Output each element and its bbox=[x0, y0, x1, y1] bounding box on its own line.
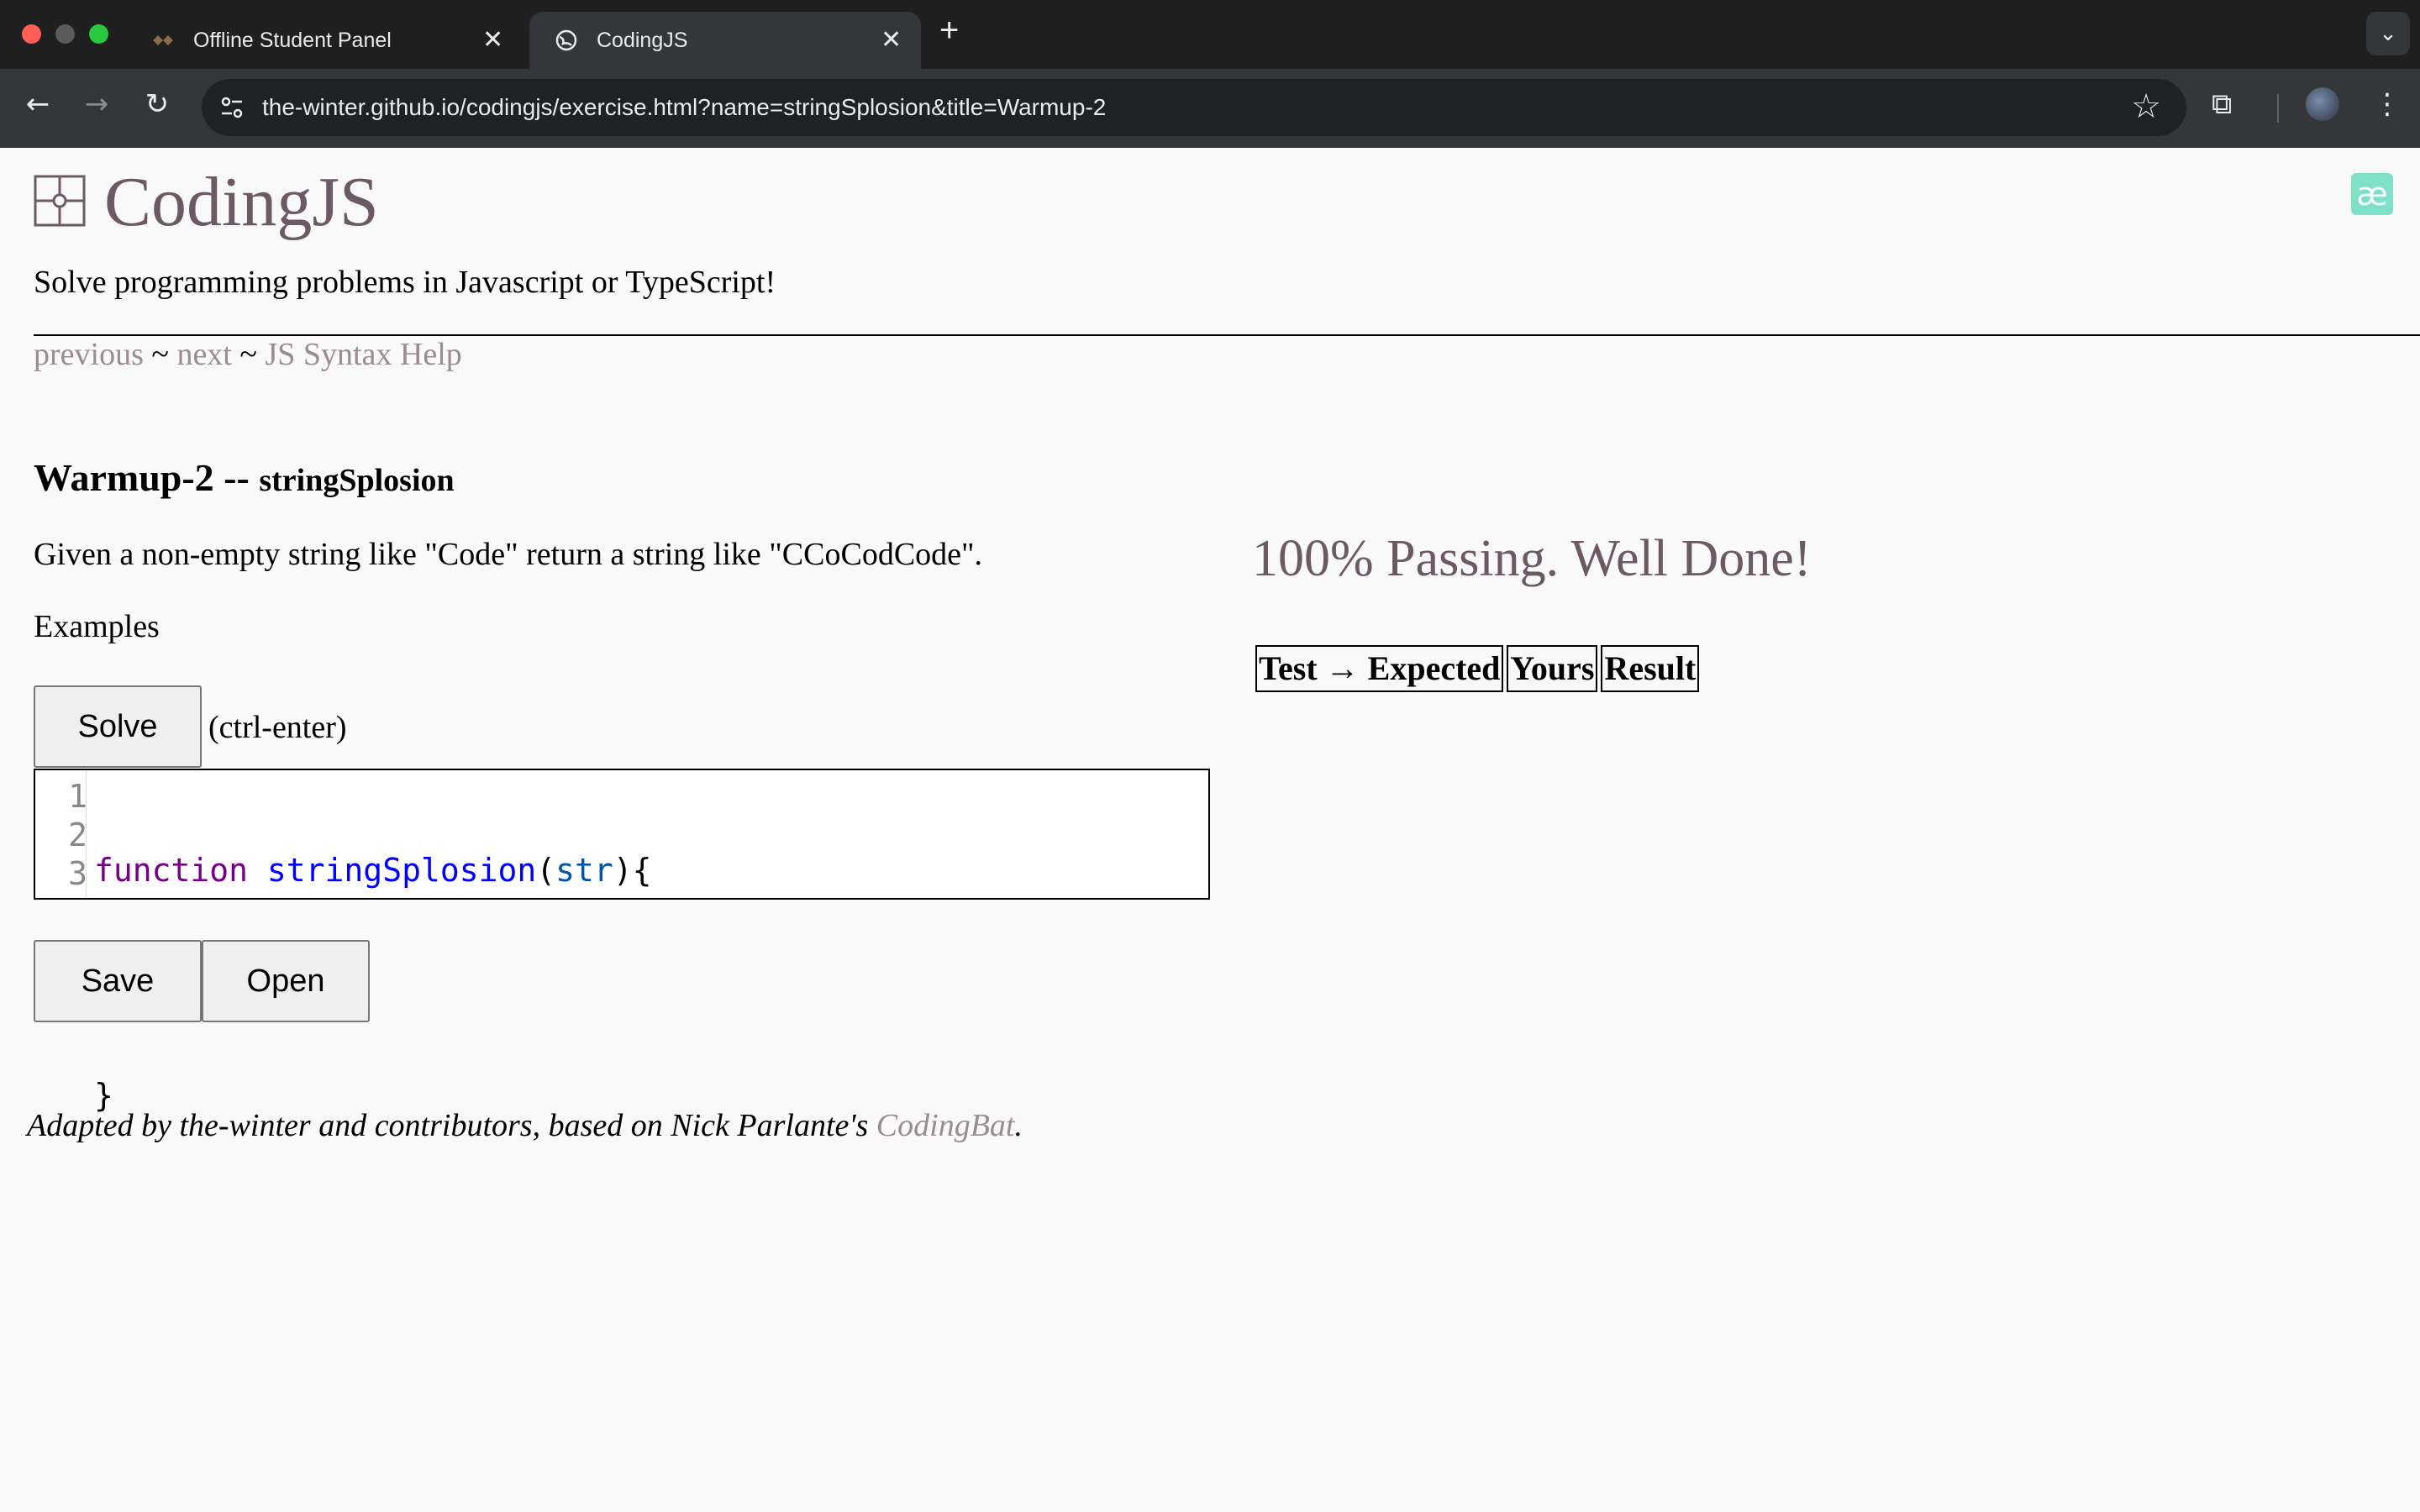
line-number: 2 bbox=[68, 816, 87, 853]
url-text: the-winter.github.io/codingjs/exercise.h… bbox=[262, 94, 1107, 120]
ae-extension-icon[interactable]: æ bbox=[2351, 173, 2393, 215]
passing-status: 100% Passing. Well Done! bbox=[1252, 530, 1812, 587]
tab-strip: Offline Student Panel ✕ CodingJS ✕ + ⌄ bbox=[0, 0, 2420, 69]
exercise-category: Warmup-2 -- bbox=[34, 456, 250, 499]
panel-favicon-icon bbox=[153, 35, 173, 45]
js-syntax-help-link[interactable]: JS Syntax Help bbox=[265, 337, 461, 372]
toolbar-divider bbox=[2277, 94, 2279, 123]
tab-codingjs[interactable]: CodingJS ✕ bbox=[529, 12, 921, 69]
examples-label: Examples bbox=[34, 609, 160, 644]
open-button[interactable]: Open bbox=[202, 940, 370, 1022]
codingbat-link[interactable]: CodingBat bbox=[876, 1108, 1015, 1143]
extensions-icon[interactable]: ⧉ bbox=[2212, 87, 2232, 121]
puzzle-logo-icon bbox=[34, 175, 86, 227]
site-title: CodingJS bbox=[104, 163, 379, 241]
previous-link[interactable]: previous bbox=[34, 337, 144, 372]
save-button[interactable]: Save bbox=[34, 940, 202, 1022]
exercise-title: Warmup-2 -- stringSplosion bbox=[34, 455, 455, 500]
site-info-icon[interactable] bbox=[217, 92, 247, 123]
next-link[interactable]: next bbox=[176, 337, 231, 372]
back-icon[interactable]: ← bbox=[17, 87, 59, 121]
line-number: 3 bbox=[68, 855, 87, 892]
globe-icon bbox=[555, 29, 577, 51]
tab-offline-student-panel[interactable]: Offline Student Panel ✕ bbox=[126, 12, 521, 69]
exercise-description: Given a non-empty string like "Code" ret… bbox=[34, 537, 983, 572]
gutter-divider bbox=[86, 770, 87, 898]
exercise-name: stringSplosion bbox=[259, 463, 455, 498]
zoom-window-button[interactable] bbox=[89, 24, 108, 44]
tab-label: CodingJS bbox=[597, 29, 688, 52]
close-tab-icon[interactable]: ✕ bbox=[881, 25, 902, 55]
exercise-nav: previous ~ next ~ JS Syntax Help bbox=[34, 336, 462, 373]
toolbar: ← → ↻ the-winter.github.io/codingjs/exer… bbox=[0, 69, 2420, 148]
code-punct: ){ bbox=[613, 852, 652, 889]
code-keyword: function bbox=[94, 852, 249, 889]
nav-separator: ~ bbox=[151, 337, 169, 372]
results-table-header: Test → Expected Yours Result bbox=[1255, 645, 1700, 692]
code-function-name: stringSplosion bbox=[266, 852, 537, 889]
close-window-button[interactable] bbox=[22, 24, 41, 44]
tab-label: Offline Student Panel bbox=[193, 29, 392, 52]
close-tab-icon[interactable]: ✕ bbox=[482, 25, 503, 55]
column-header-result: Result bbox=[1601, 645, 1700, 692]
reload-icon[interactable]: ↻ bbox=[136, 87, 178, 121]
tab-search-button[interactable]: ⌄ bbox=[2366, 12, 2410, 55]
new-tab-icon[interactable]: + bbox=[939, 12, 959, 50]
line-number: 1 bbox=[68, 778, 87, 815]
footer: Adapted by the-winter and contributors, … bbox=[27, 1107, 1023, 1144]
menu-icon[interactable]: ⋮ bbox=[2373, 87, 2402, 121]
bookmark-star-icon[interactable]: ☆ bbox=[2131, 87, 2161, 126]
line-numbers: 1 2 3 bbox=[35, 777, 87, 893]
solve-button[interactable]: Solve bbox=[34, 685, 202, 768]
nav-separator: ~ bbox=[239, 337, 257, 372]
footer-text: Adapted by the-winter and contributors, … bbox=[27, 1108, 869, 1143]
footer-period: . bbox=[1014, 1108, 1023, 1143]
browser-chrome: Offline Student Panel ✕ CodingJS ✕ + ⌄ ←… bbox=[0, 0, 2420, 148]
column-header-test-expected: Test → Expected bbox=[1255, 645, 1504, 692]
code-param: str bbox=[555, 852, 613, 889]
code-line: function stringSplosion(str){ bbox=[94, 851, 652, 890]
code-punct: ( bbox=[536, 852, 556, 889]
address-bar[interactable]: the-winter.github.io/codingjs/exercise.h… bbox=[202, 79, 2186, 136]
code-editor[interactable]: 1 2 3 function stringSplosion(str){ retu… bbox=[34, 769, 1210, 1114]
site-tagline: Solve programming problems in Javascript… bbox=[34, 265, 776, 300]
shortcut-hint: (ctrl-enter) bbox=[208, 710, 347, 745]
column-header-yours: Yours bbox=[1507, 645, 1598, 692]
minimize-window-button[interactable] bbox=[55, 24, 75, 44]
page-content: CodingJS æ Solve programming problems in… bbox=[0, 148, 2420, 1512]
profile-avatar[interactable] bbox=[2306, 87, 2339, 121]
forward-icon[interactable]: → bbox=[76, 87, 118, 121]
